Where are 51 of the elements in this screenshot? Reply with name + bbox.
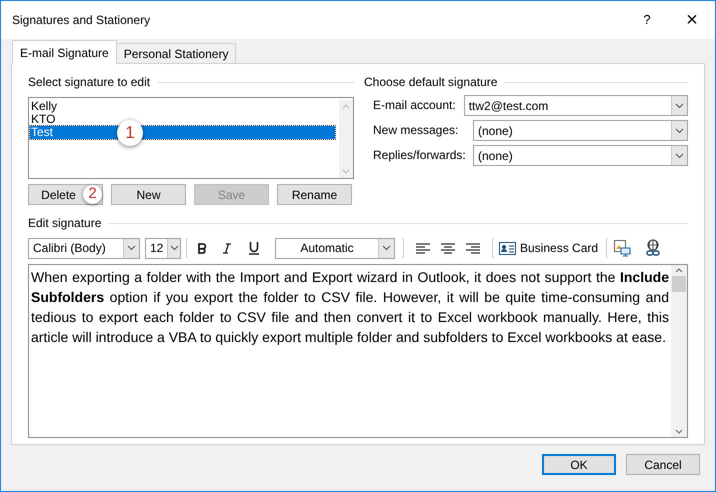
signature-editor[interactable] [28,264,688,438]
contact-card-icon [499,242,516,254]
scroll-down-icon [675,429,683,434]
scroll-down-icon [342,169,350,174]
globe-link-icon[interactable] [645,239,662,257]
size-dropdown[interactable]: 12 [145,238,181,258]
step-badge: 1 [117,120,143,146]
picture-monitor-icon[interactable] [613,239,632,257]
chevron-down-icon [170,245,179,251]
ok-button[interactable]: OK [542,454,616,475]
field-label: Replies/forwards: [373,147,467,164]
dropdown-field[interactable]: (none) [473,145,688,166]
window-title: Signatures and Stationery [12,12,152,29]
list-item[interactable]: Kelly [30,100,335,113]
rename-button[interactable]: Rename [277,184,352,205]
signature-text: When exporting a folder with the Import and Export wizard in Outlook, it does not support the Include Subfolders option if you export the folder to CSV file. However, it will be quite time-consuming and tedious to export each folder to CSV file and then convert it to Excel workbook manually. Here, this article will introduce a VBA to quickly export multiple folder and subfolders to Excel workbooks at ease. [31,268,669,347]
scrollbar[interactable] [339,100,353,178]
italic-icon[interactable] [223,242,231,254]
cancel-button[interactable]: Cancel [626,454,700,475]
chevron-down-icon [675,152,684,158]
dropdown-field[interactable]: (none) [473,120,688,141]
bold-icon[interactable] [197,242,207,254]
scrollbar[interactable] [671,265,687,437]
delete-button[interactable]: Delete 2 [28,184,103,205]
align-left-icon[interactable] [416,242,430,254]
section-label: Choose default signature [364,74,498,91]
new-button[interactable]: New [111,184,186,205]
underline-icon[interactable] [249,242,259,254]
step-badge: 2 [83,185,102,204]
field-label: E-mail account: [373,97,456,114]
chevron-down-icon [675,128,684,134]
chevron-down-icon [382,245,391,251]
font-dropdown[interactable]: Calibri (Body) [28,238,140,258]
section-label: Edit signature [28,215,102,232]
tab[interactable]: E-mail Signature [12,40,117,64]
help-button[interactable]: ? [625,1,669,39]
close-button[interactable]: × [669,1,715,39]
section-label: Select signature to edit [28,74,150,91]
field-label: New messages: [373,122,460,139]
align-center-icon[interactable] [441,242,455,254]
scroll-up-icon [675,268,683,273]
scroll-up-icon [342,104,350,109]
dropdown-field[interactable]: ttw2@test.com [464,95,688,116]
chevron-down-icon [127,245,136,251]
color-dropdown[interactable]: Automatic [275,238,395,258]
signature-list[interactable]: Kelly KTO Test 1 [28,97,354,179]
align-right-icon[interactable] [466,242,480,254]
scroll-thumb[interactable] [672,276,686,292]
business-card-button[interactable]: Business Card [499,239,598,257]
chevron-down-icon [675,102,684,108]
tab[interactable]: Personal Stationery [116,43,236,63]
